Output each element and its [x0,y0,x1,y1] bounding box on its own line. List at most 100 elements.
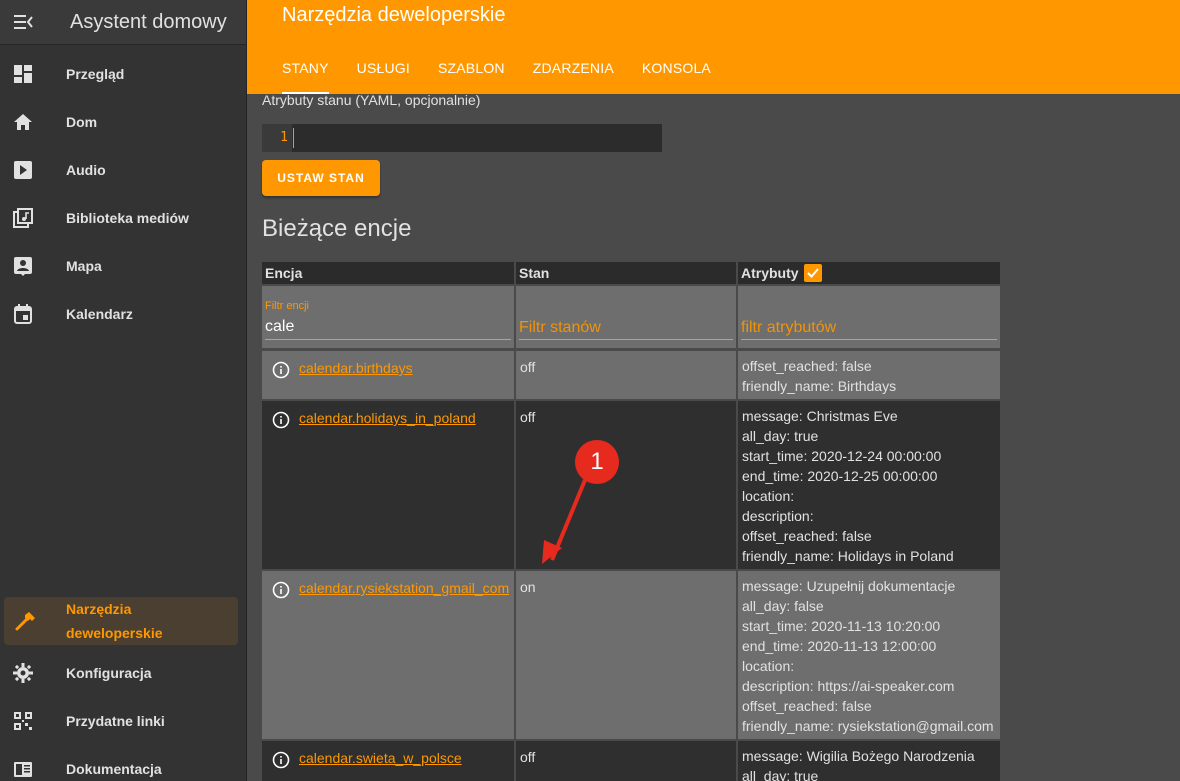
attribute-line: all_day: true [742,428,819,444]
attribute-filter-input[interactable]: filtr atrybutów [741,319,836,337]
attribute-filter-field[interactable]: filtr atrybutów [738,286,1000,348]
tab-template[interactable]: SZABLON [438,60,505,94]
table-row-entity: calendar.rysiekstation_gmail_com [262,571,514,739]
sidebar-item-documentation[interactable]: Dokumentacja [0,745,247,781]
table-row-entity: calendar.birthdays [262,351,514,399]
gear-icon [0,662,46,684]
top-bar: Narzędzia deweloperskie STANY USŁUGI SZA… [247,0,1180,94]
sidebar-item-label: Przegląd [66,66,125,82]
sidebar-item-developer-tools[interactable]: Narzędzia deweloperskie [4,597,238,645]
table-row-attributes: message: Wigilia Bożego Narodzenia all_d… [738,741,1000,781]
attribute-line: description: https://ai-speaker.com [742,678,955,694]
sidebar-item-label: Przydatne linki [66,713,165,729]
header-state: Stan [516,262,736,284]
attribute-line: end_time: 2020-12-25 00:00:00 [742,468,938,484]
play-box-icon [0,159,46,181]
info-icon[interactable] [272,751,290,769]
sidebar-item-audio[interactable]: Audio [0,146,247,194]
sidebar-item-overview[interactable]: Przegląd [0,50,247,98]
attribute-line: all_day: true [742,768,819,781]
sidebar-item-label: Dom [66,114,98,130]
label-line-1: Narzędzia [66,601,132,617]
attribute-line: friendly_name: Holidays in Poland [742,548,954,564]
app-title: Asystent domowy [70,10,227,33]
attribute-line: end_time: 2020-11-13 12:00:00 [742,638,937,654]
music-library-icon [0,207,46,229]
entity-link[interactable]: calendar.holidays_in_poland [299,411,476,425]
attributes-checkbox[interactable] [804,264,823,282]
attribute-line: location: [742,488,795,504]
sidebar-item-label: Dokumentacja [66,761,162,777]
underline [741,339,997,340]
entity-filter-input[interactable]: cale [265,318,294,336]
tab-events[interactable]: ZDARZENIA [533,60,614,94]
menu-icon[interactable] [0,10,46,34]
attribute-line: friendly_name: rysiekstation@gmail.com [742,718,994,734]
entity-link[interactable]: calendar.birthdays [299,361,413,375]
entity-link[interactable]: calendar.rysiekstation_gmail_com [299,581,509,595]
attribute-line: offset_reached: false [742,358,872,374]
attribute-line: offset_reached: false [742,528,872,544]
attribute-line: start_time: 2020-11-13 10:20:00 [742,618,941,634]
sidebar-item-label: Konfiguracja [66,665,152,681]
current-entities-title: Bieżące encje [262,215,412,242]
yaml-attributes-label: Atrybuty stanu (YAML, opcjonalnie) [262,92,481,108]
sidebar-item-media-library[interactable]: Biblioteka mediów [0,194,247,242]
sidebar-item-label: Kalendarz [66,306,133,322]
table-row-state: on [516,571,736,739]
table-row-entity: calendar.holidays_in_poland [262,401,514,569]
sidebar-item-home[interactable]: Dom [0,98,247,146]
info-icon[interactable] [272,361,290,379]
entity-link[interactable]: calendar.swieta_w_polsce [299,751,462,765]
attribute-line: message: Uzupełnij dokumentacje [742,578,956,594]
dashboard-icon [0,63,46,85]
line-number: 1 [262,124,292,152]
table-row-attributes: offset_reached: false friendly_name: Bir… [738,351,1000,399]
tab-console[interactable]: KONSOLA [642,60,711,94]
sidebar-item-label: Narzędzia deweloperskie [66,597,163,645]
attribute-line: friendly_name: Birthdays [742,378,897,394]
map-account-icon [0,255,46,277]
state-filter-input[interactable]: Filtr stanów [519,319,601,337]
page-title: Narzędzia deweloperskie [282,4,506,26]
sidebar-item-calendar[interactable]: Kalendarz [0,290,247,338]
header-attributes: Atrybuty [738,262,1000,284]
entity-filter-label: Filtr encji [265,300,310,312]
table-row-state: off [516,351,736,399]
calendar-icon [0,303,46,325]
table-row-state: off [516,741,736,781]
tab-services[interactable]: USŁUGI [357,60,410,94]
underline [519,339,733,340]
attribute-line: message: Christmas Eve [742,408,898,424]
info-icon[interactable] [272,581,290,599]
underline [265,339,511,340]
tab-states[interactable]: STANY [282,60,329,94]
yaml-editor[interactable]: 1 [262,124,662,152]
info-icon[interactable] [272,411,290,429]
sidebar: Asystent domowy Przegląd Dom Audio Bibli… [0,0,247,781]
sidebar-item-label: Audio [66,162,106,178]
qrcode-icon [0,710,46,732]
home-icon [0,111,46,133]
checkmark-icon [807,268,820,278]
table-row-attributes: message: Christmas Eve all_day: true sta… [738,401,1000,569]
header-attributes-label: Atrybuty [741,265,799,281]
set-state-button[interactable]: USTAW STAN [262,160,380,196]
hammer-icon [4,610,46,632]
sidebar-item-label: Biblioteka mediów [66,210,189,226]
sidebar-header: Asystent domowy [0,0,246,45]
label-line-2: deweloperskie [66,625,163,641]
sidebar-item-map[interactable]: Mapa [0,242,247,290]
attribute-line: start_time: 2020-12-24 00:00:00 [742,448,942,464]
attribute-line: message: Wigilia Bożego Narodzenia [742,748,975,764]
header-entity: Encja [262,262,514,284]
attribute-line: offset_reached: false [742,698,872,714]
sidebar-item-label: Mapa [66,258,102,274]
book-icon [0,758,46,780]
state-filter-field[interactable]: Filtr stanów [516,286,736,348]
sidebar-item-useful-links[interactable]: Przydatne linki [0,697,247,745]
entity-filter-field[interactable]: Filtr encji cale [262,286,514,348]
table-row-attributes: message: Uzupełnij dokumentacje all_day:… [738,571,1000,739]
sidebar-item-configuration[interactable]: Konfiguracja [0,649,247,697]
table-row-entity: calendar.swieta_w_polsce [262,741,514,781]
